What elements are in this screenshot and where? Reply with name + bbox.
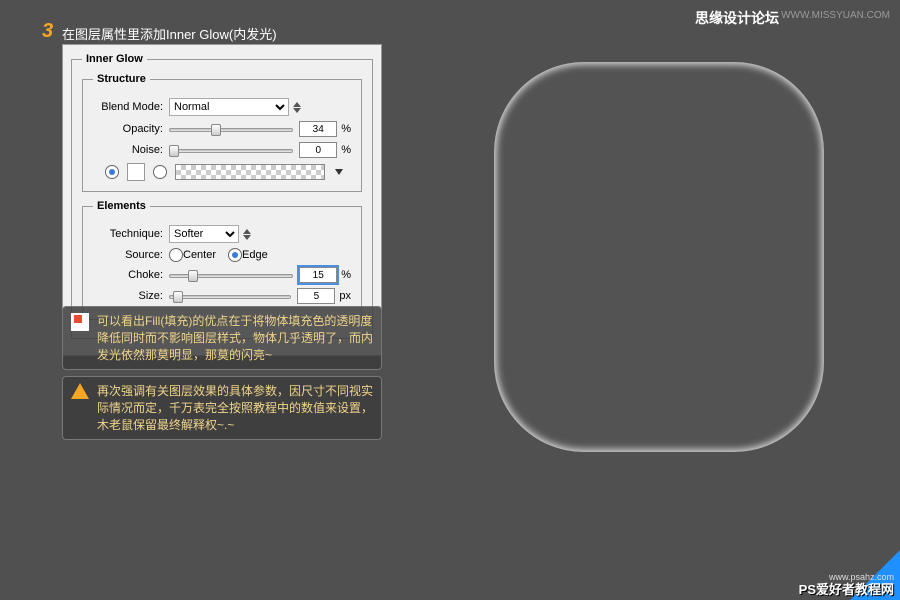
- choke-slider[interactable]: [169, 268, 293, 282]
- center-label: Center: [183, 249, 216, 261]
- site-name: 思缘设计论坛: [695, 8, 779, 28]
- note-2-text: 再次强调有关图层效果的具体参数，因尺寸不同视实际情况而定，千万表完全按照教程中的…: [97, 383, 373, 433]
- preview-shape: [494, 62, 824, 452]
- source-center-radio[interactable]: [169, 248, 183, 262]
- pin-icon: [71, 313, 89, 331]
- choke-field[interactable]: [299, 267, 337, 283]
- opacity-unit: %: [341, 123, 351, 135]
- source-edge-radio[interactable]: [228, 248, 242, 262]
- footer-brand: PS爱好者教程网: [799, 579, 894, 598]
- size-field[interactable]: [297, 288, 335, 304]
- choke-label: Choke:: [93, 269, 163, 281]
- gradient-swatch[interactable]: [175, 164, 325, 180]
- technique-label: Technique:: [93, 228, 163, 240]
- size-slider[interactable]: [169, 289, 291, 303]
- warning-icon: [71, 383, 89, 399]
- opacity-label: Opacity:: [93, 123, 163, 135]
- inner-glow-fieldset: Inner Glow Structure Blend Mode: Normal …: [71, 53, 373, 339]
- note-box-2: 再次强调有关图层效果的具体参数，因尺寸不同视实际情况而定，千万表完全按照教程中的…: [62, 376, 382, 440]
- elements-group: Elements Technique: Softer Source: Cente…: [82, 200, 362, 320]
- opacity-field[interactable]: [299, 121, 337, 137]
- note-box-1: 可以看出Fill(填充)的优点在于将物体填充色的透明度降低同时而不影响图层样式，…: [62, 306, 382, 370]
- blend-mode-select[interactable]: Normal: [169, 98, 289, 116]
- size-label: Size:: [93, 290, 163, 302]
- elements-legend: Elements: [93, 200, 150, 212]
- size-unit: px: [339, 290, 351, 302]
- stepper-icon[interactable]: [293, 102, 301, 113]
- stepper-icon[interactable]: [243, 229, 251, 240]
- choke-unit: %: [341, 269, 351, 281]
- step-title: 在图层属性里添加Inner Glow(内发光): [62, 24, 277, 43]
- edge-label: Edge: [242, 249, 268, 261]
- blend-mode-label: Blend Mode:: [93, 101, 163, 113]
- gradient-radio[interactable]: [153, 165, 167, 179]
- inner-glow-legend: Inner Glow: [82, 53, 147, 65]
- source-label: Source:: [93, 249, 163, 261]
- structure-legend: Structure: [93, 73, 150, 85]
- noise-slider[interactable]: [169, 143, 293, 157]
- step-number: 3: [42, 20, 53, 43]
- site-url: WWW.MISSYUAN.COM: [781, 10, 890, 21]
- noise-field[interactable]: [299, 142, 337, 158]
- note-1-text: 可以看出Fill(填充)的优点在于将物体填充色的透明度降低同时而不影响图层样式，…: [97, 313, 373, 363]
- technique-select[interactable]: Softer: [169, 225, 239, 243]
- noise-unit: %: [341, 144, 351, 156]
- color-radio[interactable]: [105, 165, 119, 179]
- structure-group: Structure Blend Mode: Normal Opacity: % …: [82, 73, 362, 192]
- color-swatch[interactable]: [127, 163, 145, 181]
- noise-label: Noise:: [93, 144, 163, 156]
- gradient-dropdown-icon[interactable]: [335, 169, 343, 175]
- opacity-slider[interactable]: [169, 122, 293, 136]
